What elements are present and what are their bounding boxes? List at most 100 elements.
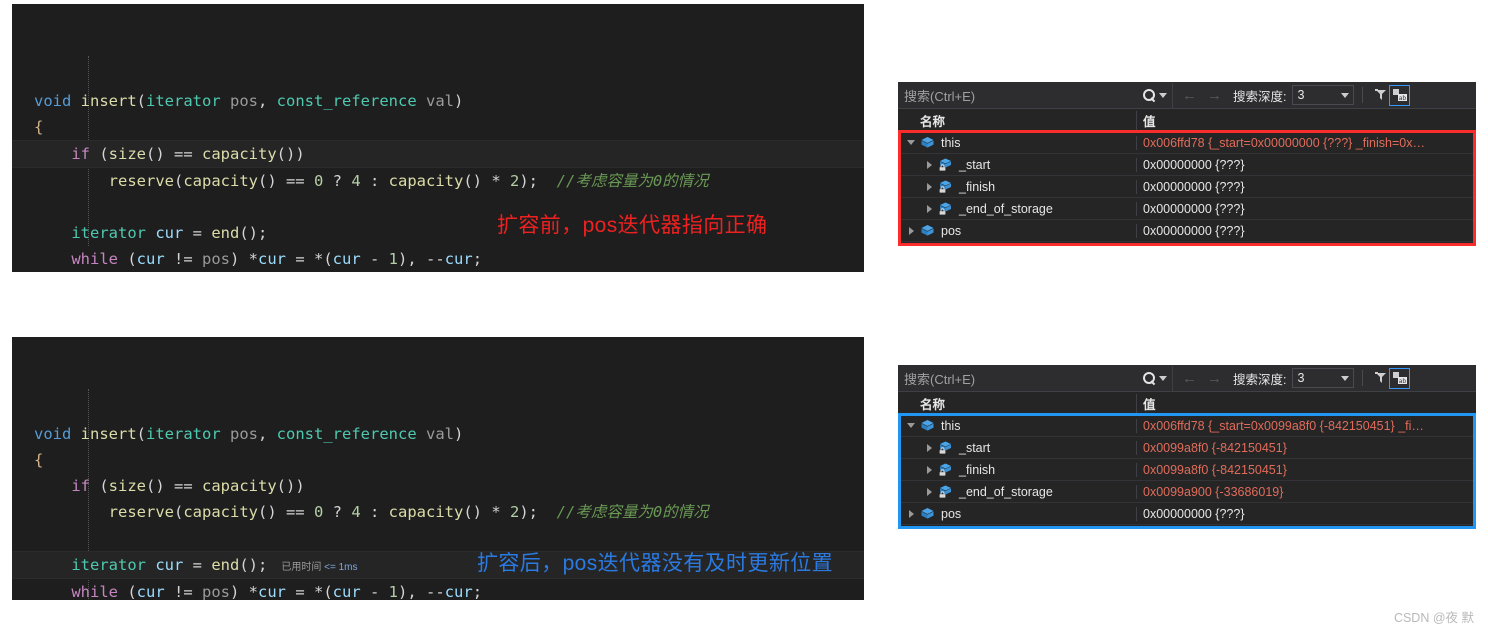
code-token: (); (239, 556, 268, 574)
screenshot-root: void insert(iterator pos, const_referenc… (0, 0, 1488, 634)
watch-row[interactable]: _finish 0x00000000 {???} (898, 176, 1476, 198)
expander-open-icon[interactable] (904, 423, 918, 428)
code-token: ( (90, 145, 109, 163)
expander-closed-icon[interactable] (922, 160, 936, 169)
expander-closed-icon[interactable] (922, 204, 936, 213)
expander-closed-icon[interactable] (922, 465, 936, 474)
search-nav[interactable]: ← → (1173, 370, 1231, 387)
watch-row-value[interactable]: 0x0099a8f0 {-842150451} (1136, 440, 1476, 455)
hex-display-toggle-icon[interactable]: ab (1389, 84, 1411, 106)
search-depth-value: 3 (1297, 371, 1305, 385)
back-arrow-icon[interactable]: ← (1182, 87, 1197, 104)
code-token: = *( (286, 583, 333, 600)
watch-row-value[interactable]: 0x0099a900 {-33686019} (1136, 484, 1476, 499)
watch-rows-after: this 0x006ffd78 {_start=0x0099a8f0 {-8421… (898, 415, 1476, 525)
toolbar-divider (1362, 87, 1364, 103)
code-token: : (360, 172, 389, 190)
watch-row-value[interactable]: 0x00000000 {???} (1136, 201, 1476, 216)
code-token: , (258, 425, 277, 443)
code-token: ()) (276, 145, 305, 163)
code-token: cur (444, 250, 473, 268)
code-token: pos (202, 250, 230, 268)
search-depth-select[interactable]: 3 (1292, 85, 1355, 105)
private-member-icon (938, 441, 954, 455)
code-token: while (71, 250, 118, 268)
code-token: const_reference (276, 92, 417, 110)
private-member-icon (938, 485, 954, 499)
locals-panel-after[interactable]: 搜索(Ctrl+E) ← → 搜索深度: 3 ab 名称 值 this 0x00… (898, 365, 1476, 529)
watch-row-value[interactable]: 0x00000000 {???} (1136, 506, 1476, 521)
search-depth-value: 3 (1297, 88, 1305, 102)
search-icons (1143, 371, 1167, 385)
search-nav[interactable]: ← → (1173, 87, 1231, 104)
expander-closed-icon[interactable] (904, 509, 918, 518)
chevron-down-icon[interactable] (1341, 375, 1350, 381)
code-token: insert (80, 92, 137, 110)
back-arrow-icon[interactable]: ← (1182, 370, 1197, 387)
search-placeholder: 搜索(Ctrl+E) (904, 371, 976, 387)
watch-row-value[interactable]: 0x006ffd78 {_start=0x00000000 {???} _fin… (1136, 135, 1476, 150)
search-input[interactable]: 搜索(Ctrl+E) (898, 82, 1173, 108)
watch-row-name-cell: _end_of_storage (898, 202, 1136, 216)
search-placeholder: 搜索(Ctrl+E) (904, 88, 976, 104)
chevron-down-icon[interactable] (1159, 375, 1167, 381)
expander-closed-icon[interactable] (904, 226, 918, 235)
object-cube-icon (920, 136, 936, 150)
search-input[interactable]: 搜索(Ctrl+E) (898, 365, 1173, 391)
watch-row-value[interactable]: 0x0099a8f0 {-842150451} (1136, 462, 1476, 477)
watch-toolbar[interactable]: 搜索(Ctrl+E) ← → 搜索深度: 3 ab (898, 82, 1476, 109)
watch-row-label: _end_of_storage (959, 484, 1053, 499)
code-token: 4 (351, 172, 361, 190)
code-token: () == (257, 172, 314, 190)
watch-row-label: _start (959, 440, 991, 455)
code-line: while (cur != pos) *cur = *(cur - 1), --… (12, 579, 864, 600)
watch-row[interactable]: pos 0x00000000 {???} (898, 503, 1476, 525)
watch-row-label: _start (959, 157, 991, 172)
search-icon[interactable] (1143, 88, 1156, 102)
watch-row-name-cell: this (898, 419, 1136, 433)
expander-closed-icon[interactable] (922, 182, 936, 191)
watch-row-label: pos (941, 223, 962, 238)
watch-row[interactable]: this 0x006ffd78 {_start=0x00000000 {???} … (898, 132, 1476, 154)
search-depth-select[interactable]: 3 (1292, 368, 1355, 388)
watch-row-value[interactable]: 0x00000000 {???} (1136, 223, 1476, 238)
watch-row[interactable]: this 0x006ffd78 {_start=0x0099a8f0 {-8421… (898, 415, 1476, 437)
code-token: (); (239, 224, 268, 242)
watch-row-label: pos (941, 506, 962, 521)
chevron-down-icon[interactable] (1159, 92, 1167, 98)
column-header-value: 值 (1136, 110, 1476, 130)
chevron-down-icon[interactable] (1341, 92, 1350, 98)
watch-row-name-cell: pos (898, 507, 1136, 521)
watch-row[interactable]: _start 0x0099a8f0 {-842150451} (898, 437, 1476, 459)
code-token: //考虑容量为0的情况 (556, 503, 709, 521)
column-header-name: 名称 (920, 114, 946, 129)
code-token: cur (444, 583, 473, 600)
watch-toolbar[interactable]: 搜索(Ctrl+E) ← → 搜索深度: 3 ab (898, 365, 1476, 392)
watch-row-value[interactable]: 0x006ffd78 {_start=0x0099a8f0 {-84215045… (1136, 418, 1476, 433)
expander-closed-icon[interactable] (922, 443, 936, 452)
watch-row[interactable]: _start 0x00000000 {???} (898, 154, 1476, 176)
code-token: cur (136, 250, 165, 268)
code-token: = *( (286, 250, 333, 268)
watch-row-value[interactable]: 0x00000000 {???} (1136, 179, 1476, 194)
expander-closed-icon[interactable] (922, 487, 936, 496)
code-token: 2 (510, 172, 520, 190)
watch-column-headers: 名称 值 (898, 392, 1476, 415)
hex-display-toggle-icon[interactable]: ab (1389, 367, 1411, 389)
annotation-before: 扩容前，pos迭代器指向正确 (497, 214, 768, 237)
watch-row[interactable]: pos 0x00000000 {???} (898, 220, 1476, 242)
codelens-hint[interactable]: 已用时间 <= 1ms (267, 562, 357, 573)
watch-row[interactable]: _finish 0x0099a8f0 {-842150451} (898, 459, 1476, 481)
forward-arrow-icon[interactable]: → (1207, 87, 1222, 104)
pin-filter-icon[interactable] (1371, 86, 1390, 105)
forward-arrow-icon[interactable]: → (1207, 370, 1222, 387)
code-token: ( (90, 477, 109, 495)
watch-row-value[interactable]: 0x00000000 {???} (1136, 157, 1476, 172)
watch-row[interactable]: _end_of_storage 0x00000000 {???} (898, 198, 1476, 220)
expander-open-icon[interactable] (904, 140, 918, 145)
locals-panel-before[interactable]: 搜索(Ctrl+E) ← → 搜索深度: 3 ab 名称 值 this 0x00… (898, 82, 1476, 246)
code-token: iterator (146, 92, 221, 110)
search-icon[interactable] (1143, 371, 1156, 385)
watch-row[interactable]: _end_of_storage 0x0099a900 {-33686019} (898, 481, 1476, 503)
pin-filter-icon[interactable] (1371, 369, 1390, 388)
